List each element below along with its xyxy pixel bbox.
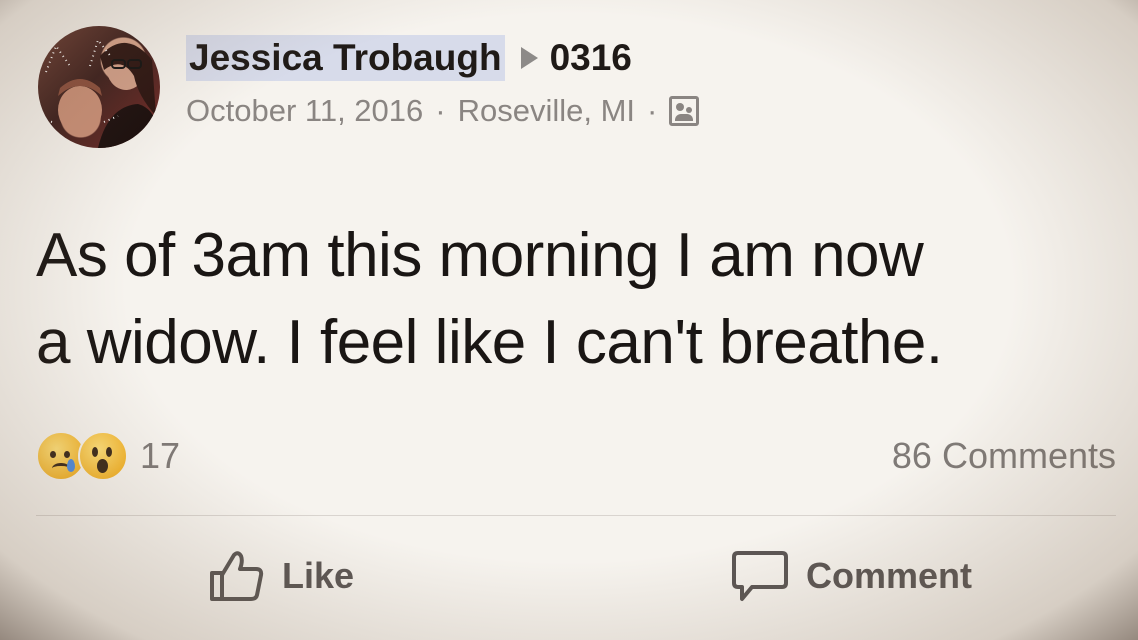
- avatar-photo: [38, 37, 160, 148]
- meta-separator: ·: [647, 93, 658, 128]
- speech-bubble-icon: [732, 551, 788, 601]
- like-button[interactable]: Like: [208, 545, 354, 607]
- wow-emoji-icon: [78, 431, 128, 481]
- target-name[interactable]: 0316: [550, 37, 632, 79]
- post-meta: October 11, 2016 · Roseville, MI ·: [186, 90, 700, 132]
- avatar[interactable]: [38, 26, 160, 148]
- post-location[interactable]: Roseville, MI: [458, 93, 635, 129]
- reaction-count: 17: [140, 435, 181, 476]
- play-arrow-icon: [520, 47, 538, 69]
- post-date[interactable]: October 11, 2016: [186, 93, 423, 129]
- post-body: As of 3am this morning I am now a widow.…: [36, 212, 1116, 386]
- divider: [36, 515, 1116, 516]
- comments-count-link[interactable]: 86 Comments: [892, 430, 1116, 482]
- facebook-post: Jessica Trobaugh 0316 October 11, 2016 ·…: [0, 0, 1138, 640]
- like-label: Like: [282, 555, 355, 596]
- reactions-summary[interactable]: 17: [36, 430, 180, 482]
- post-body-line: a widow. I feel like I can't breathe.: [36, 308, 943, 377]
- meta-separator: ·: [435, 93, 446, 128]
- comment-label: Comment: [806, 555, 973, 596]
- post-body-line: As of 3am this morning I am now: [36, 221, 924, 290]
- friends-icon[interactable]: [669, 96, 700, 126]
- author-name[interactable]: Jessica Trobaugh: [186, 35, 505, 81]
- comment-button[interactable]: Comment: [730, 545, 972, 607]
- post-header: Jessica Trobaugh 0316: [186, 34, 632, 82]
- thumbs-up-icon: [210, 551, 264, 601]
